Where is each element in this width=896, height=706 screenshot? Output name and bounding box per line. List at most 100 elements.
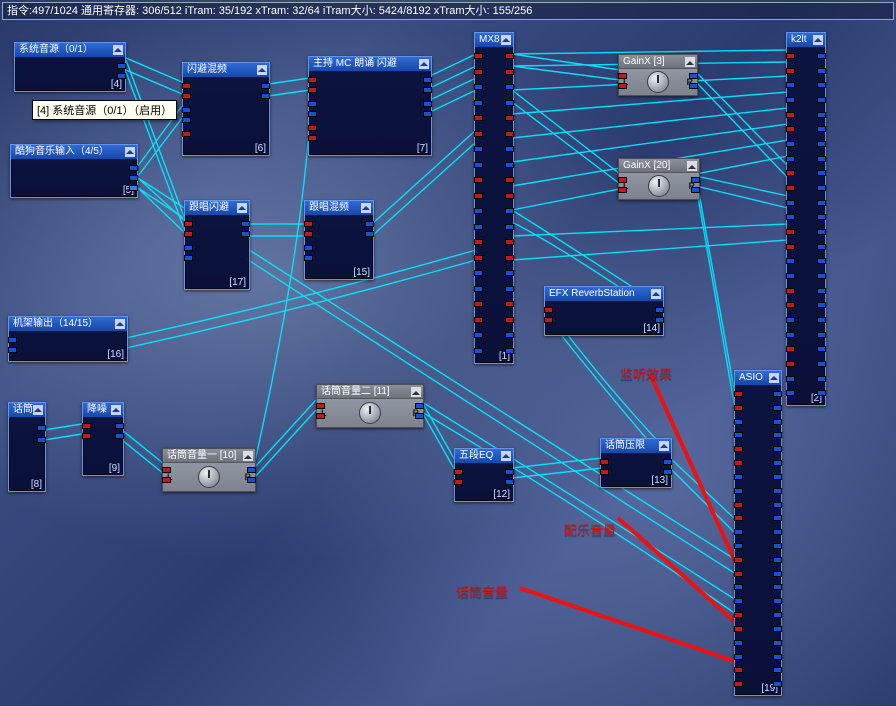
collapse-icon[interactable]	[113, 45, 123, 55]
port-in[interactable]	[786, 68, 795, 74]
port-out[interactable]	[691, 187, 700, 193]
port-in[interactable]	[474, 146, 483, 152]
collapse-icon[interactable]	[501, 35, 511, 45]
port-out[interactable]	[261, 83, 270, 89]
node-title[interactable]: 话筒音量二 [11]	[317, 385, 423, 399]
collapse-icon[interactable]	[243, 451, 253, 461]
port-in[interactable]	[182, 117, 191, 123]
port-out[interactable]	[505, 177, 514, 183]
port-out[interactable]	[505, 239, 514, 245]
port-in[interactable]	[82, 423, 91, 429]
port-out[interactable]	[773, 626, 782, 632]
port-in[interactable]	[786, 53, 795, 59]
port-in[interactable]	[786, 361, 795, 367]
node-mic-compressor[interactable]: 话筒压限 [13]	[600, 438, 672, 488]
port-in[interactable]	[308, 125, 317, 131]
port-in[interactable]	[786, 332, 795, 338]
node-title[interactable]: 酷狗音乐输入（4/5）	[11, 145, 137, 160]
collapse-icon[interactable]	[115, 319, 125, 329]
port-in[interactable]	[786, 185, 795, 191]
port-in[interactable]	[474, 332, 483, 338]
node-host-mc[interactable]: 主持 MC 朗诵 闪避 [7]	[308, 56, 432, 156]
node-mic-vol-1[interactable]: 话筒音量一 [10] L R	[162, 448, 256, 492]
port-out[interactable]	[505, 255, 514, 261]
port-in[interactable]	[786, 376, 795, 382]
node-title[interactable]: GainX [20]	[619, 159, 699, 173]
port-out[interactable]	[817, 141, 826, 147]
node-title[interactable]: 机架输出（14/15）	[9, 317, 127, 332]
collapse-icon[interactable]	[111, 405, 121, 415]
collapse-icon[interactable]	[651, 289, 661, 299]
port-out[interactable]	[817, 68, 826, 74]
port-in[interactable]	[786, 112, 795, 118]
port-in[interactable]	[786, 200, 795, 206]
node-k2lt[interactable]: k2lt [2]	[786, 32, 826, 406]
port-in[interactable]	[182, 93, 191, 99]
port-in[interactable]	[474, 270, 483, 276]
port-in[interactable]	[162, 467, 171, 473]
port-in[interactable]	[308, 101, 317, 107]
node-title[interactable]: 跟唱混频	[305, 201, 373, 216]
node-system-source[interactable]: 系统音源（0/1） [4]	[14, 42, 126, 92]
collapse-icon[interactable]	[257, 65, 267, 75]
collapse-icon[interactable]	[501, 451, 511, 461]
collapse-icon[interactable]	[33, 405, 43, 415]
port-in[interactable]	[304, 231, 313, 237]
node-gainx-20[interactable]: GainX [20] L R	[618, 158, 700, 200]
port-out[interactable]	[655, 317, 664, 323]
port-out[interactable]	[505, 286, 514, 292]
port-in[interactable]	[184, 245, 193, 251]
port-out[interactable]	[663, 469, 672, 475]
port-in[interactable]	[474, 255, 483, 261]
port-in[interactable]	[618, 177, 627, 183]
gain-knob[interactable]	[648, 175, 670, 197]
port-out[interactable]	[817, 288, 826, 294]
port-in[interactable]	[474, 208, 483, 214]
port-in[interactable]	[786, 302, 795, 308]
port-out[interactable]	[505, 301, 514, 307]
collapse-icon[interactable]	[419, 59, 429, 69]
port-out[interactable]	[773, 460, 782, 466]
port-in[interactable]	[734, 667, 743, 673]
node-mic-vol-2[interactable]: 话筒音量二 [11] L R	[316, 384, 424, 428]
port-out[interactable]	[817, 156, 826, 162]
port-in[interactable]	[786, 244, 795, 250]
collapse-icon[interactable]	[237, 203, 247, 213]
port-in[interactable]	[600, 469, 609, 475]
port-out[interactable]	[129, 165, 138, 171]
port-out[interactable]	[773, 667, 782, 673]
port-in[interactable]	[734, 460, 743, 466]
node-title[interactable]: 跟唱闪避	[185, 201, 249, 216]
port-in[interactable]	[786, 126, 795, 132]
port-out[interactable]	[423, 77, 432, 83]
port-out[interactable]	[773, 391, 782, 397]
collapse-icon[interactable]	[687, 161, 697, 171]
port-in[interactable]	[474, 317, 483, 323]
gain-knob[interactable]	[198, 466, 220, 488]
collapse-icon[interactable]	[361, 203, 371, 213]
port-in[interactable]	[474, 193, 483, 199]
port-in[interactable]	[618, 73, 627, 79]
port-out[interactable]	[247, 477, 256, 483]
port-out[interactable]	[505, 469, 514, 475]
port-in[interactable]	[474, 177, 483, 183]
port-in[interactable]	[544, 307, 553, 313]
port-in[interactable]	[182, 107, 191, 113]
port-out[interactable]	[689, 83, 698, 89]
port-out[interactable]	[505, 479, 514, 485]
node-noise-reduce[interactable]: 降噪 [9]	[82, 402, 124, 476]
port-out[interactable]	[817, 126, 826, 132]
port-out[interactable]	[423, 101, 432, 107]
port-out[interactable]	[261, 93, 270, 99]
port-out[interactable]	[817, 53, 826, 59]
node-title[interactable]: k2lt	[787, 33, 825, 48]
port-in[interactable]	[734, 640, 743, 646]
node-title[interactable]: MX8	[475, 33, 513, 48]
port-out[interactable]	[129, 185, 138, 191]
port-in[interactable]	[304, 221, 313, 227]
port-out[interactable]	[37, 425, 46, 431]
port-out[interactable]	[663, 459, 672, 465]
port-out[interactable]	[817, 361, 826, 367]
port-out[interactable]	[115, 423, 124, 429]
port-out[interactable]	[773, 584, 782, 590]
